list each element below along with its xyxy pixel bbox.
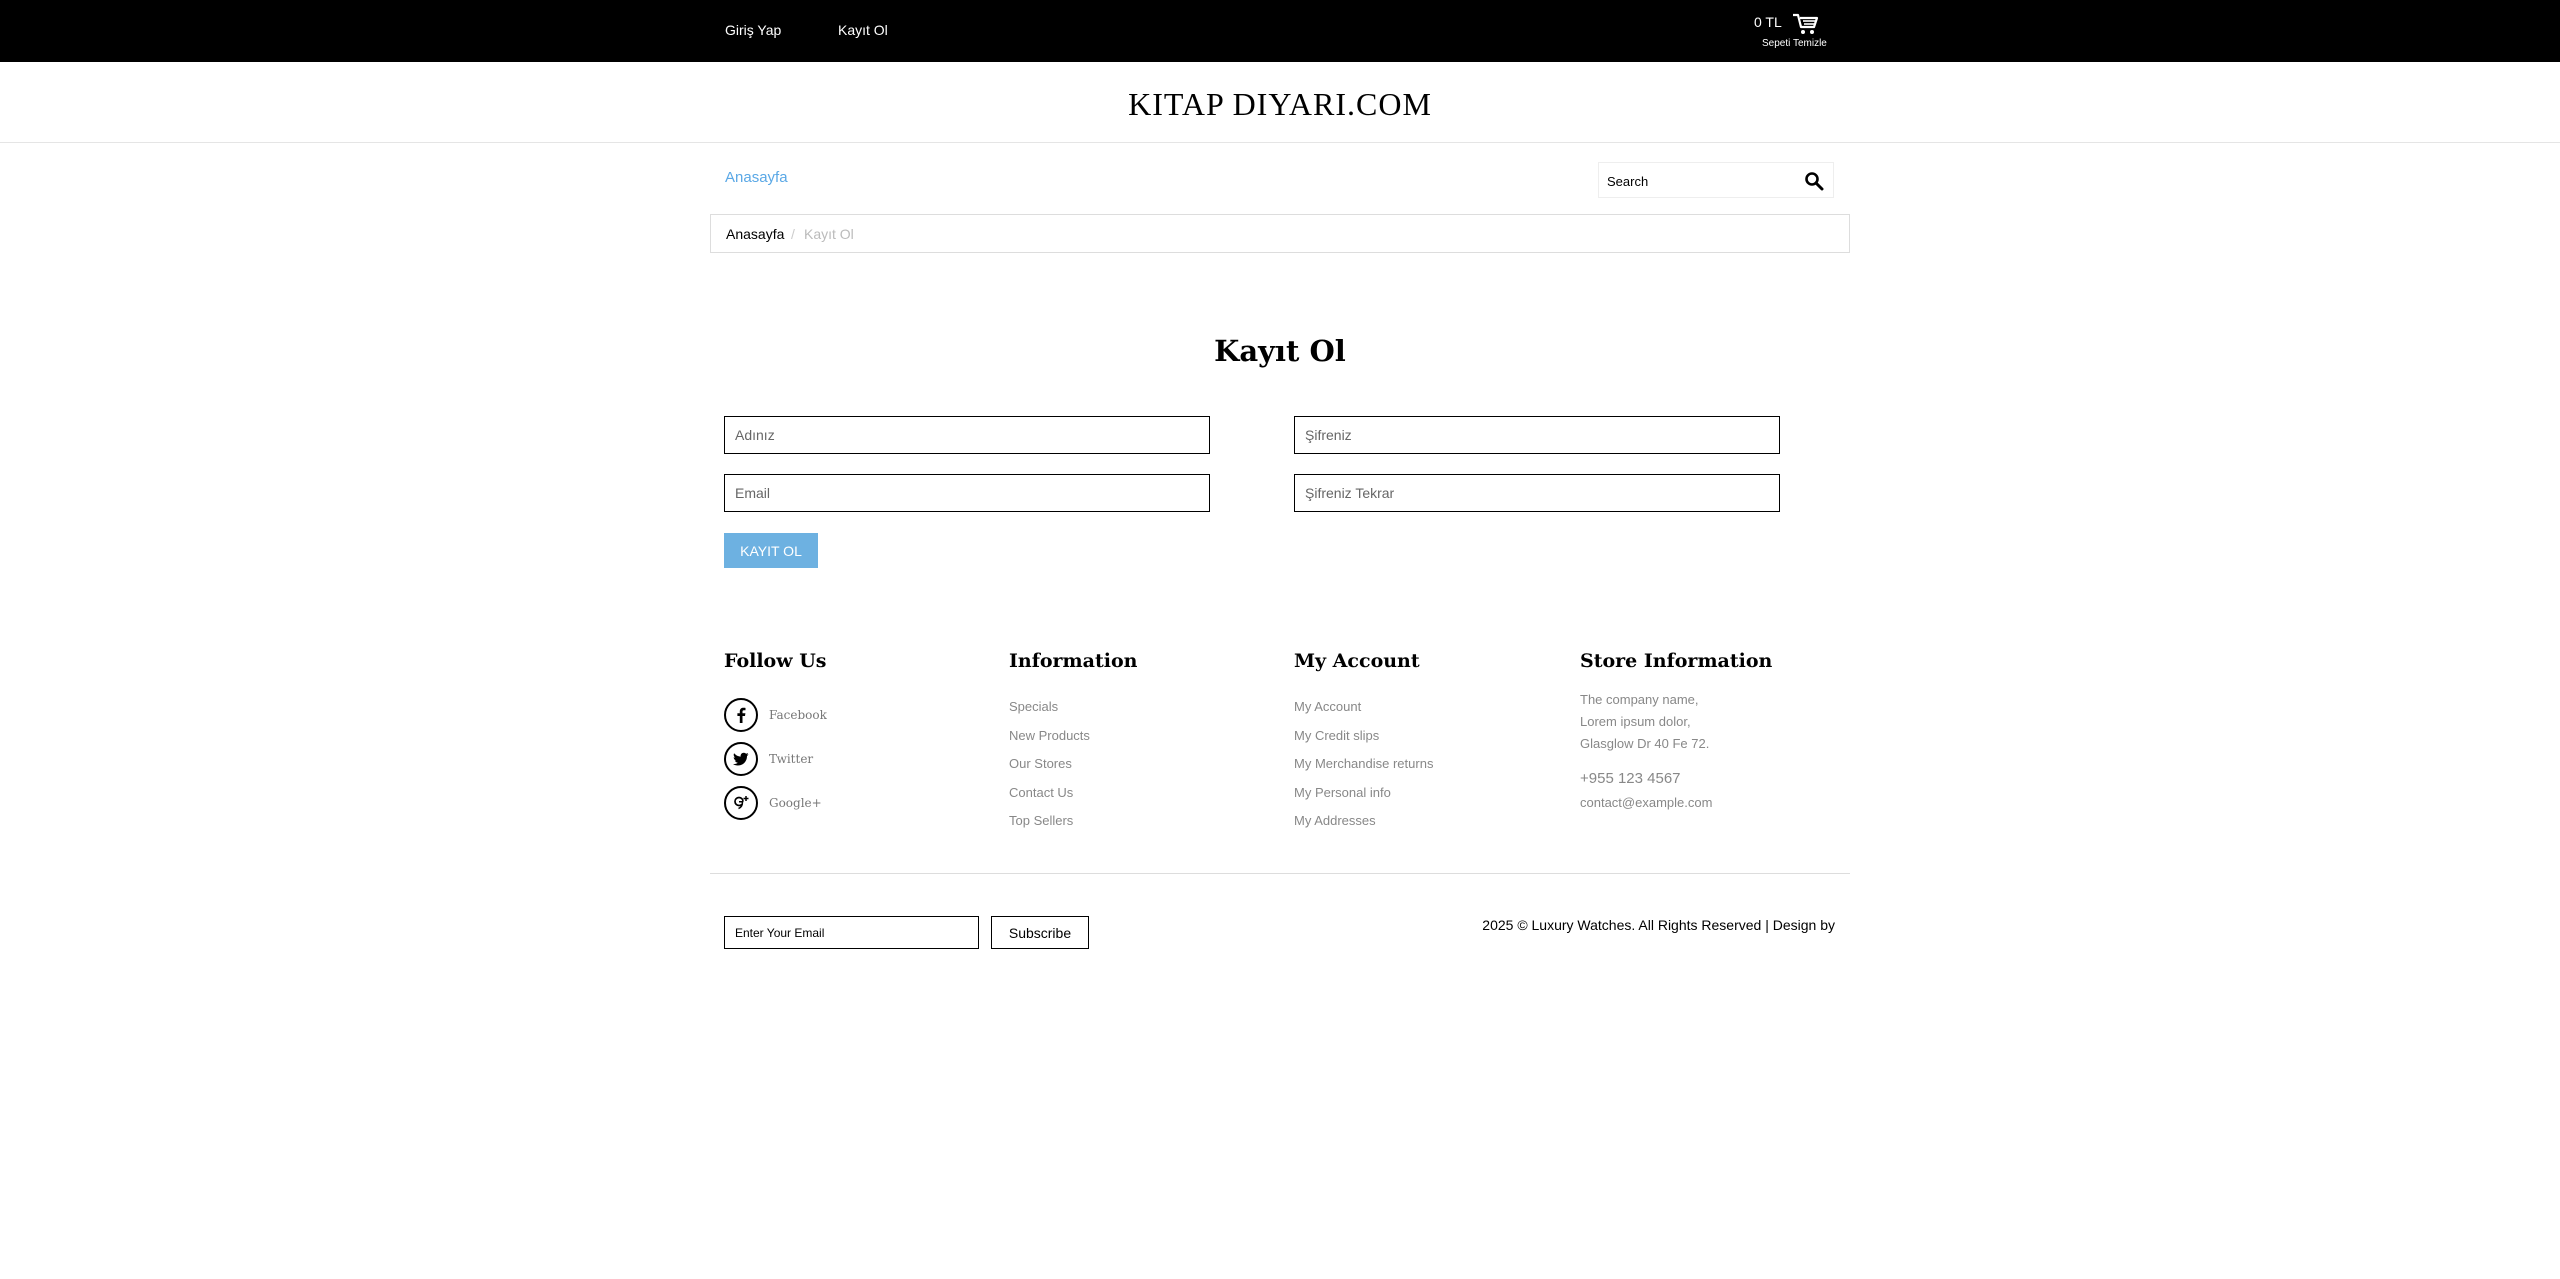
google-plus-icon <box>724 786 758 820</box>
subscribe-button[interactable]: Subscribe <box>991 916 1089 949</box>
password-repeat-field[interactable] <box>1294 474 1780 512</box>
info-link-our-stores[interactable]: Our Stores <box>1009 756 1072 771</box>
info-link-specials[interactable]: Specials <box>1009 699 1058 714</box>
social-label: Google+ <box>769 796 822 810</box>
register-link[interactable]: Kayıt Ol <box>838 22 888 38</box>
store-address-line: The company name, <box>1580 692 1699 707</box>
cart-icon[interactable] <box>1792 12 1820 36</box>
social-label: Facebook <box>769 708 827 722</box>
facebook-icon <box>724 698 758 732</box>
info-link-top-sellers[interactable]: Top Sellers <box>1009 813 1073 828</box>
account-link-my-account[interactable]: My Account <box>1294 699 1361 714</box>
password-field[interactable] <box>1294 416 1780 454</box>
empty-cart-link[interactable]: Sepeti Temizle <box>1762 38 1827 49</box>
twitter-icon <box>724 742 758 776</box>
search-input[interactable] <box>1607 171 1787 191</box>
login-link[interactable]: Giriş Yap <box>725 22 781 38</box>
follow-us-title: Follow Us <box>724 650 827 672</box>
breadcrumb: Anasayfa / Kayıt Ol <box>710 214 1850 253</box>
cart-total: 0 TL <box>1754 14 1782 30</box>
my-account-title: My Account <box>1294 650 1420 672</box>
breadcrumb-current: Kayıt Ol <box>804 226 854 242</box>
breadcrumb-home[interactable]: Anasayfa <box>726 226 784 242</box>
store-email-link[interactable]: contact@example.com <box>1580 795 1712 810</box>
name-field[interactable] <box>724 416 1210 454</box>
store-information-title: Store Information <box>1580 650 1773 672</box>
social-twitter[interactable]: Twitter <box>724 742 904 778</box>
store-phone: +955 123 4567 <box>1580 770 1681 787</box>
top-bar: Giriş Yap Kayıt Ol 0 TL Sepeti Temizle <box>0 0 2560 62</box>
account-link-credit-slips[interactable]: My Credit slips <box>1294 728 1379 743</box>
search-box <box>1598 162 1834 198</box>
breadcrumb-separator: / <box>791 226 795 242</box>
store-address-line: Lorem ipsum dolor, <box>1580 714 1691 729</box>
site-logo[interactable]: KITAP DIYARI.COM <box>0 86 2560 123</box>
email-field[interactable] <box>724 474 1210 512</box>
social-google-plus[interactable]: Google+ <box>724 786 904 822</box>
page-title: Kayıt Ol <box>1214 334 1346 368</box>
register-button[interactable]: Kayıt Ol <box>724 533 818 568</box>
information-title: Information <box>1009 650 1138 672</box>
account-link-merchandise-returns[interactable]: My Merchandise returns <box>1294 756 1433 771</box>
site-header: KITAP DIYARI.COM <box>0 62 2560 143</box>
info-link-new-products[interactable]: New Products <box>1009 728 1090 743</box>
social-facebook[interactable]: Facebook <box>724 698 904 734</box>
store-address-line: Glasglow Dr 40 Fe 72. <box>1580 736 1710 751</box>
cart[interactable]: 0 TL Sepeti Temizle <box>1754 12 1836 52</box>
footer-divider <box>710 873 1850 874</box>
newsletter-email-input[interactable] <box>724 916 979 949</box>
account-link-personal-info[interactable]: My Personal info <box>1294 785 1391 800</box>
account-link-addresses[interactable]: My Addresses <box>1294 813 1376 828</box>
copyright-text: 2025 © Luxury Watches. All Rights Reserv… <box>1482 917 1835 933</box>
search-icon[interactable] <box>1804 171 1824 191</box>
social-label: Twitter <box>769 752 814 766</box>
nav-home-link[interactable]: Anasayfa <box>725 169 788 186</box>
info-link-contact-us[interactable]: Contact Us <box>1009 785 1073 800</box>
